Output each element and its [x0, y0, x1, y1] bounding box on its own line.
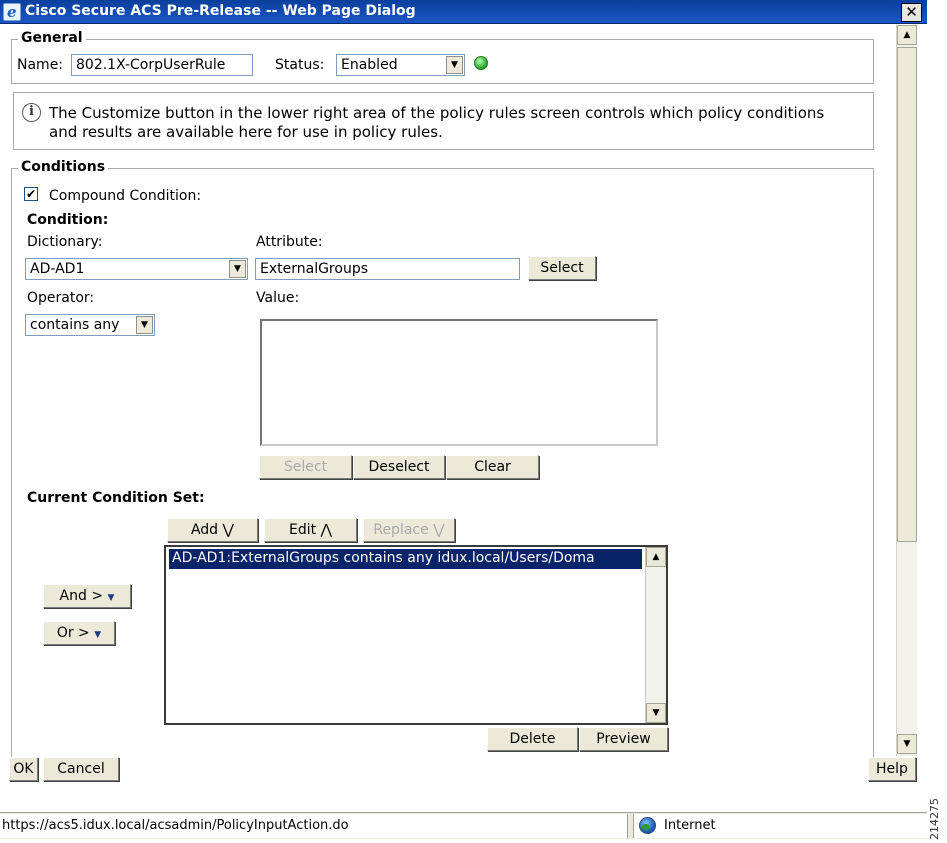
scroll-thumb[interactable]	[897, 47, 917, 542]
close-button[interactable]: ✕	[901, 3, 922, 22]
preview-button[interactable]: Preview	[579, 727, 668, 751]
dictionary-label: Dictionary:	[27, 234, 103, 250]
globe-land-shape	[642, 824, 649, 830]
cancel-button[interactable]: Cancel	[43, 757, 119, 781]
value-label: Value:	[256, 290, 300, 306]
add-button[interactable]: Add ⋁	[167, 518, 258, 542]
operator-label: Operator:	[27, 290, 95, 306]
name-field[interactable]	[71, 54, 253, 76]
value-select-button[interactable]: Select	[259, 455, 352, 479]
status-bar: https://acs5.idux.local/acsadmin/PolicyI…	[0, 812, 927, 839]
scroll-down-icon[interactable]: ▼	[646, 703, 666, 723]
attribute-label: Attribute:	[256, 234, 323, 250]
chevron-down-icon[interactable]: ▼	[136, 316, 153, 334]
operator-select[interactable]: contains any ▼	[25, 314, 155, 336]
scroll-up-icon[interactable]: ▲	[646, 547, 666, 567]
attribute-select-button[interactable]: Select	[528, 256, 596, 280]
or-button-label: Or >	[56, 625, 90, 641]
compound-condition-checkbox[interactable]: ✔	[24, 187, 38, 201]
ok-button[interactable]: OK	[9, 757, 38, 781]
status-select-value: Enabled	[341, 57, 398, 73]
title-bar: e Cisco Secure ACS Pre-Release -- Web Pa…	[0, 0, 927, 24]
list-item[interactable]: AD-AD1:ExternalGroups contains any idux.…	[169, 549, 642, 569]
edit-button[interactable]: Edit ⋀	[264, 518, 357, 542]
attribute-field[interactable]	[255, 258, 520, 280]
chevron-down-icon[interactable]: ▼	[446, 56, 463, 74]
clear-button[interactable]: Clear	[446, 455, 539, 479]
dictionary-select[interactable]: AD-AD1 ▼	[25, 258, 248, 280]
dropdown-arrow-icon: ▼	[94, 630, 102, 640]
window-title: Cisco Secure ACS Pre-Release -- Web Page…	[25, 3, 416, 19]
operator-select-value: contains any	[30, 317, 120, 333]
and-button-label: And >	[59, 588, 104, 604]
info-icon: i	[22, 103, 41, 122]
current-condition-set-label: Current Condition Set:	[27, 490, 205, 506]
scroll-down-icon[interactable]: ▼	[897, 734, 917, 754]
vertical-scrollbar[interactable]: ▲ ▼	[896, 25, 917, 756]
condition-set-listbox[interactable]: AD-AD1:ExternalGroups contains any idux.…	[164, 545, 668, 725]
status-select[interactable]: Enabled ▼	[336, 54, 465, 76]
ie-icon: e	[3, 3, 21, 21]
general-legend: General	[18, 30, 86, 46]
and-button[interactable]: And > ▼	[43, 584, 131, 608]
name-label: Name:	[17, 57, 64, 73]
status-indicator-icon	[474, 56, 488, 70]
replace-button[interactable]: Replace ⋁	[363, 518, 455, 542]
figure-id: 214275	[928, 798, 941, 840]
value-listbox[interactable]	[260, 319, 658, 446]
status-label: Status:	[275, 57, 325, 73]
condition-heading: Condition:	[27, 212, 109, 228]
compound-condition-label: Compound Condition:	[49, 188, 202, 204]
chevron-down-icon[interactable]: ▼	[229, 260, 246, 278]
deselect-button[interactable]: Deselect	[353, 455, 445, 479]
info-text: The Customize button in the lower right …	[49, 104, 825, 141]
help-button[interactable]: Help	[868, 757, 916, 781]
conditions-legend: Conditions	[18, 159, 109, 175]
delete-button[interactable]: Delete	[487, 727, 578, 751]
listbox-scrollbar[interactable]: ▲ ▼	[645, 547, 666, 723]
or-button[interactable]: Or > ▼	[43, 621, 115, 645]
dictionary-select-value: AD-AD1	[30, 261, 85, 277]
scroll-up-icon[interactable]: ▲	[897, 25, 917, 45]
security-zone: Internet	[633, 814, 927, 838]
status-url: https://acs5.idux.local/acsadmin/PolicyI…	[0, 814, 628, 838]
dropdown-arrow-icon: ▼	[107, 593, 115, 603]
